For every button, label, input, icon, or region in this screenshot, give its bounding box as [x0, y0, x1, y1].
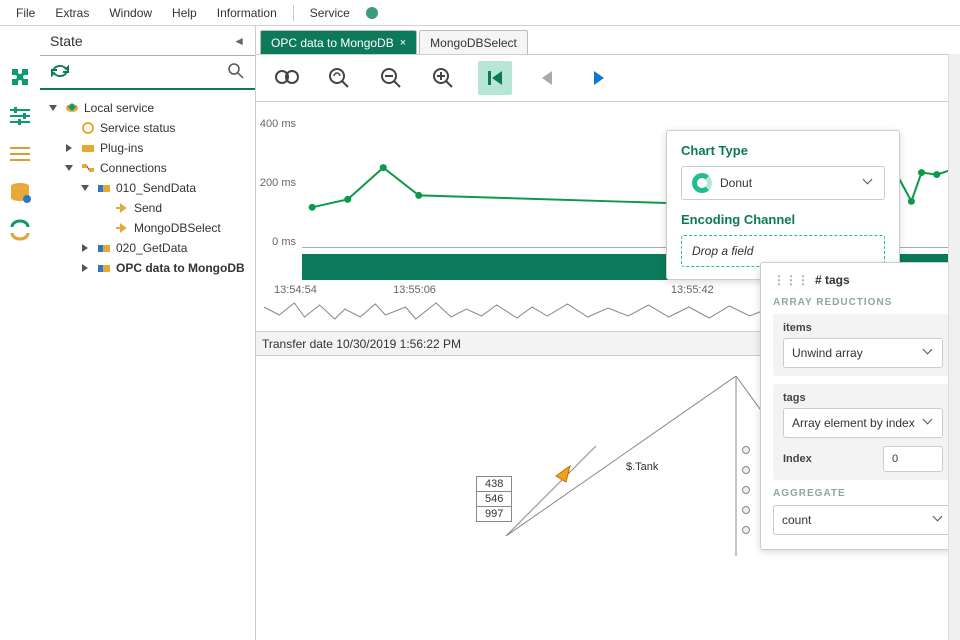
tree-service-status[interactable]: Service status [44, 118, 251, 138]
index-label: Index [783, 453, 812, 465]
chevron-down-icon [934, 515, 944, 525]
tree-send[interactable]: Send [44, 198, 251, 218]
node-tank[interactable]: $.Tank [626, 461, 658, 473]
state-panel: State ◄ Local service Service status Plu… [40, 26, 256, 640]
drag-handle-icon[interactable]: ⋮⋮⋮ [773, 273, 809, 287]
tab-strip: OPC data to MongoDB× MongoDBSelect [256, 26, 960, 54]
content-area: OPC data to MongoDB× MongoDBSelect 400 m… [256, 26, 960, 640]
index-input[interactable] [883, 446, 943, 472]
tree-view: Local service Service status Plug-ins Co… [40, 90, 255, 640]
y-axis: 400 ms 200 ms 0 ms [256, 118, 302, 248]
menu-divider [293, 5, 294, 21]
tree-opc[interactable]: OPC data to MongoDB [44, 258, 251, 278]
collapse-icon[interactable]: ◄ [233, 34, 245, 48]
tags-label: tags [783, 392, 943, 404]
chart-type-label: Chart Type [681, 143, 885, 158]
tree-mongo-select[interactable]: MongoDBSelect [44, 218, 251, 238]
play-icon[interactable] [582, 61, 616, 95]
array-reductions-label: ARRAY REDUCTIONS [773, 297, 953, 308]
menu-help[interactable]: Help [164, 4, 205, 22]
tags-popup: ⋮⋮⋮ # tags ARRAY REDUCTIONS items Unwind … [760, 262, 960, 550]
value-list: 438 546 997 [476, 476, 512, 522]
zoom-reset-icon[interactable] [322, 61, 356, 95]
tab-opc[interactable]: OPC data to MongoDB× [260, 30, 417, 54]
tree-send-data[interactable]: 010_SendData [44, 178, 251, 198]
database-icon[interactable] [6, 180, 34, 204]
sync-icon[interactable] [6, 218, 34, 242]
sliders-icon[interactable] [6, 104, 34, 128]
sliders-alt-icon[interactable] [6, 142, 34, 166]
prev-icon[interactable] [530, 61, 564, 95]
puzzle-icon[interactable] [6, 66, 34, 90]
close-icon[interactable]: × [400, 37, 406, 49]
chart-toolbar [256, 54, 960, 102]
tags-title: # tags [815, 273, 850, 287]
tree-connections[interactable]: Connections [44, 158, 251, 178]
chevron-down-icon [924, 418, 934, 428]
service-status-dot [366, 7, 378, 19]
tab-mongo-select[interactable]: MongoDBSelect [419, 30, 528, 54]
menu-information[interactable]: Information [209, 4, 285, 22]
encoding-channel-label: Encoding Channel [681, 212, 885, 227]
donut-icon [692, 173, 712, 193]
menu-file[interactable]: File [8, 4, 43, 22]
items-label: items [783, 322, 943, 334]
tree-root[interactable]: Local service [44, 98, 251, 118]
chevron-down-icon [864, 178, 874, 188]
panel-title: State [50, 33, 83, 49]
activity-bar [0, 26, 40, 640]
chevron-down-icon [924, 348, 934, 358]
tree-plugins[interactable]: Plug-ins [44, 138, 251, 158]
aggregate-label: AGGREGATE [773, 488, 953, 499]
skip-start-icon[interactable] [478, 61, 512, 95]
zoom-in-icon[interactable] [426, 61, 460, 95]
vertical-scrollbar[interactable] [948, 54, 960, 640]
zoom-out-icon[interactable] [374, 61, 408, 95]
search-icon[interactable] [227, 62, 245, 83]
tree-get-data[interactable]: 020_GetData [44, 238, 251, 258]
aggregate-select[interactable]: count [773, 505, 953, 535]
chart-config-popup: Chart Type Donut Encoding Channel Drop a… [666, 130, 900, 280]
menu-window[interactable]: Window [101, 4, 160, 22]
menu-extras[interactable]: Extras [47, 4, 97, 22]
chart-type-select[interactable]: Donut [681, 166, 885, 200]
items-select[interactable]: Unwind array [783, 338, 943, 368]
menu-bar: File Extras Window Help Information Serv… [0, 0, 960, 26]
port-column [742, 446, 750, 534]
refresh-icon[interactable] [50, 62, 70, 83]
find-icon[interactable] [270, 61, 304, 95]
menu-service[interactable]: Service [302, 4, 358, 22]
tags-select[interactable]: Array element by index [783, 408, 943, 438]
